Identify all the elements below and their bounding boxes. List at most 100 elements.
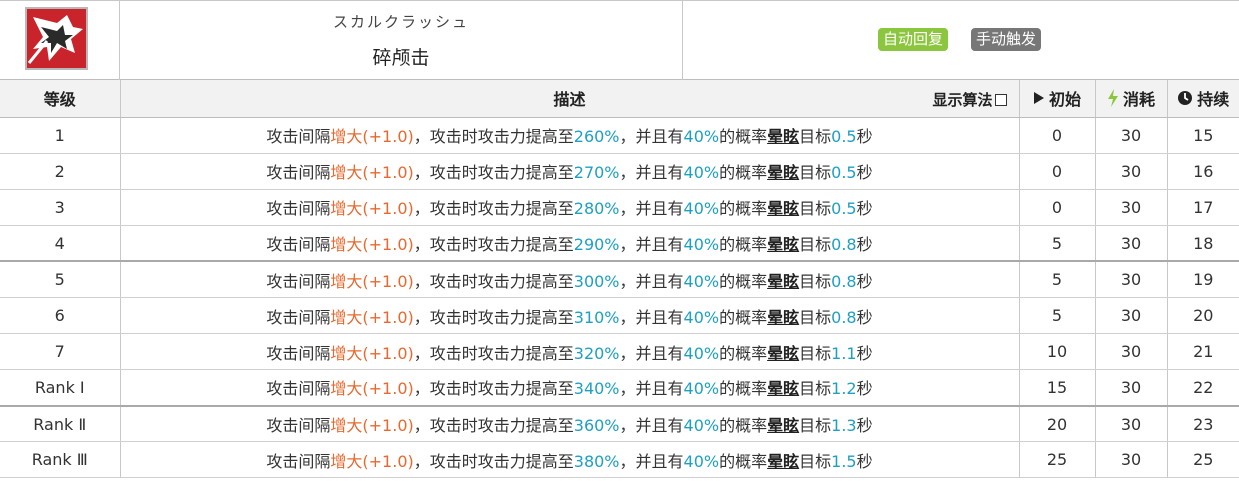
show-formula-toggle[interactable]: 显示算法 <box>932 89 1007 110</box>
level-cell: Rank Ⅰ <box>0 369 121 407</box>
desc-interval-increase: 增大(+1.0) <box>330 235 414 255</box>
stun-keyword[interactable]: 晕眩 <box>767 272 799 291</box>
desc-interval: 攻击间隔 <box>266 379 331 399</box>
desc-and: ，并且有 <box>619 199 684 219</box>
desc-prob: 的概率 <box>719 343 768 363</box>
desc-atk-value: 280% <box>573 199 620 219</box>
show-formula-checkbox[interactable] <box>994 93 1007 106</box>
play-icon <box>1033 92 1044 105</box>
desc-sec: 秒 <box>856 343 873 363</box>
desc-stun-seconds: 1.1 <box>831 343 857 363</box>
initial-cell: 5 <box>1019 297 1096 335</box>
desc-stun-seconds: 0.5 <box>831 199 857 219</box>
desc-stun-seconds: 0.8 <box>831 307 857 327</box>
header-description: 描述 显示算法 <box>120 80 1020 118</box>
desc-atk-label: ，攻击时攻击力提高至 <box>413 307 574 327</box>
stun-keyword[interactable]: 晕眩 <box>767 308 799 327</box>
desc-target: 目标 <box>799 235 832 255</box>
desc-sec: 秒 <box>856 199 873 219</box>
desc-atk-label: ，攻击时攻击力提高至 <box>413 271 574 291</box>
skull-crush-icon <box>25 7 88 70</box>
header-initial-label: 初始 <box>1048 90 1081 110</box>
desc-chance: 40% <box>683 307 720 327</box>
desc-atk-label: ，攻击时攻击力提高至 <box>413 343 574 363</box>
table-row: 7 攻击间隔增大(+1.0)，攻击时攻击力提高至320%，并且有40%的概率晕眩… <box>0 333 1239 371</box>
desc-atk-label: ，攻击时攻击力提高至 <box>413 451 574 471</box>
desc-interval-increase: 增大(+1.0) <box>330 379 414 399</box>
desc-and: ，并且有 <box>619 307 684 327</box>
desc-atk-value: 310% <box>573 307 620 327</box>
desc-target: 目标 <box>799 307 832 327</box>
initial-cell: 15 <box>1019 369 1096 407</box>
desc-sec: 秒 <box>856 235 873 255</box>
cost-cell: 30 <box>1095 441 1168 479</box>
desc-atk-value: 300% <box>573 271 620 291</box>
duration-cell: 22 <box>1167 369 1239 407</box>
desc-prob: 的概率 <box>719 451 768 471</box>
desc-interval: 攻击间隔 <box>266 343 331 363</box>
desc-and: ，并且有 <box>619 379 684 399</box>
description-cell: 攻击间隔增大(+1.0)，攻击时攻击力提高至380%，并且有40%的概率晕眩目标… <box>120 441 1020 479</box>
desc-stun-seconds: 0.8 <box>831 271 857 291</box>
desc-chance: 40% <box>683 379 720 399</box>
initial-cell: 25 <box>1019 441 1096 479</box>
level-cell: Rank Ⅲ <box>0 441 121 479</box>
description-cell: 攻击间隔增大(+1.0)，攻击时攻击力提高至260%，并且有40%的概率晕眩目标… <box>120 117 1020 154</box>
desc-interval-increase: 增大(+1.0) <box>330 416 414 436</box>
desc-stun-seconds: 0.8 <box>831 235 857 255</box>
table-row: 1 攻击间隔增大(+1.0)，攻击时攻击力提高至260%，并且有40%的概率晕眩… <box>0 117 1239 154</box>
stun-keyword[interactable]: 晕眩 <box>767 163 799 182</box>
stun-keyword[interactable]: 晕眩 <box>767 199 799 218</box>
duration-cell: 25 <box>1167 441 1239 479</box>
skill-name-cn: 碎颅击 <box>372 47 430 69</box>
initial-cell: 5 <box>1019 225 1096 263</box>
desc-atk-value: 290% <box>573 235 620 255</box>
cost-cell: 30 <box>1095 297 1168 335</box>
cost-cell: 30 <box>1095 369 1168 407</box>
skill-name-cell: スカルクラッシュ 碎颅击 <box>120 1 683 80</box>
stun-keyword[interactable]: 晕眩 <box>767 379 799 398</box>
description-cell: 攻击间隔增大(+1.0)，攻击时攻击力提高至300%，并且有40%的概率晕眩目标… <box>120 261 1020 298</box>
table-row: 2 攻击间隔增大(+1.0)，攻击时攻击力提高至270%，并且有40%的概率晕眩… <box>0 153 1239 190</box>
desc-prob: 的概率 <box>719 199 768 219</box>
level-cell: 3 <box>0 189 121 226</box>
table-row: Rank Ⅰ 攻击间隔增大(+1.0)，攻击时攻击力提高至340%，并且有40%… <box>0 369 1239 407</box>
desc-and: ，并且有 <box>619 235 684 255</box>
table-row: 3 攻击间隔增大(+1.0)，攻击时攻击力提高至280%，并且有40%的概率晕眩… <box>0 189 1239 226</box>
table-row: 6 攻击间隔增大(+1.0)，攻击时攻击力提高至310%，并且有40%的概率晕眩… <box>0 297 1239 335</box>
desc-prob: 的概率 <box>719 235 768 255</box>
desc-sec: 秒 <box>856 271 873 291</box>
desc-stun-seconds: 0.5 <box>831 127 857 147</box>
stun-keyword[interactable]: 晕眩 <box>767 235 799 254</box>
duration-cell: 20 <box>1167 297 1239 335</box>
desc-chance: 40% <box>683 127 720 147</box>
stun-keyword[interactable]: 晕眩 <box>767 416 799 435</box>
desc-target: 目标 <box>799 163 832 183</box>
initial-cell: 5 <box>1019 261 1096 298</box>
stun-keyword[interactable]: 晕眩 <box>767 127 799 146</box>
desc-prob: 的概率 <box>719 416 768 436</box>
show-formula-label: 显示算法 <box>932 91 993 109</box>
description-cell: 攻击间隔增大(+1.0)，攻击时攻击力提高至340%，并且有40%的概率晕眩目标… <box>120 369 1020 407</box>
desc-and: ，并且有 <box>619 416 684 436</box>
desc-chance: 40% <box>683 416 720 436</box>
description-cell: 攻击间隔增大(+1.0)，攻击时攻击力提高至360%，并且有40%的概率晕眩目标… <box>120 405 1020 443</box>
desc-chance: 40% <box>683 199 720 219</box>
duration-cell: 23 <box>1167 405 1239 443</box>
level-cell: 5 <box>0 261 121 298</box>
desc-atk-label: ，攻击时攻击力提高至 <box>413 235 574 255</box>
desc-interval: 攻击间隔 <box>266 163 331 183</box>
stun-keyword[interactable]: 晕眩 <box>767 344 799 363</box>
desc-interval-increase: 增大(+1.0) <box>330 163 414 183</box>
clock-icon <box>1178 91 1193 106</box>
stun-keyword[interactable]: 晕眩 <box>767 452 799 471</box>
desc-interval: 攻击间隔 <box>266 307 331 327</box>
desc-atk-label: ，攻击时攻击力提高至 <box>413 379 574 399</box>
desc-atk-value: 340% <box>573 379 620 399</box>
desc-atk-label: ，攻击时攻击力提高至 <box>413 163 574 183</box>
desc-stun-seconds: 0.5 <box>831 163 857 183</box>
desc-sec: 秒 <box>856 307 873 327</box>
desc-interval-increase: 增大(+1.0) <box>330 199 414 219</box>
skill-level-table: 等级 描述 显示算法 初始 消耗 持续 1 攻击间隔增大(+1.0)，攻击时攻击… <box>0 80 1239 479</box>
desc-sec: 秒 <box>856 451 873 471</box>
